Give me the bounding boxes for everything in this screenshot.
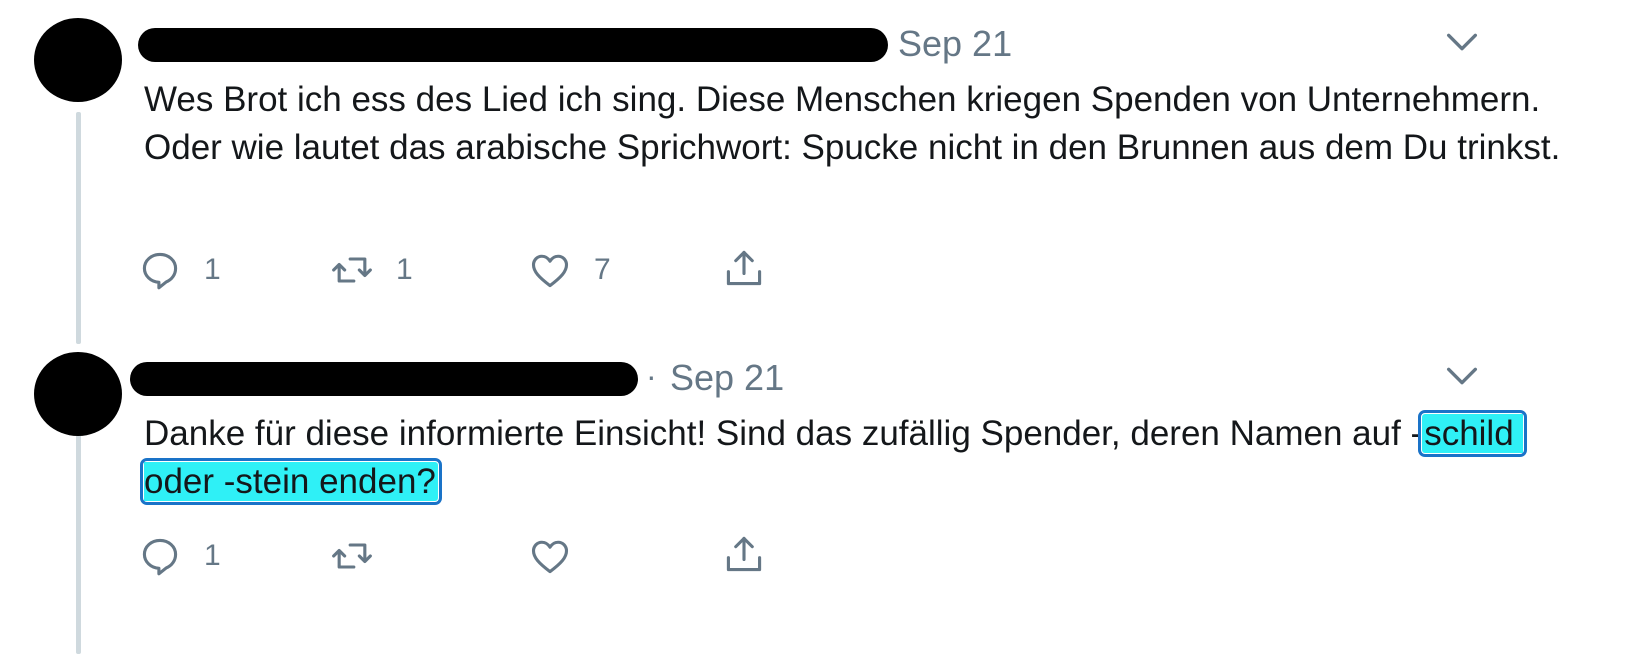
avatar[interactable] (34, 18, 122, 102)
chevron-down-icon[interactable] (1442, 356, 1482, 396)
reply-count: 1 (204, 253, 221, 286)
chevron-down-icon[interactable] (1442, 22, 1482, 62)
avatar[interactable] (34, 352, 122, 436)
redacted-username[interactable] (130, 362, 638, 396)
share-icon (726, 536, 762, 572)
reply-button[interactable]: 1 (138, 248, 221, 292)
share-button[interactable] (722, 532, 766, 576)
tweet-text-plain: Danke für diese informierte Einsicht! Si… (144, 414, 1423, 453)
tweet-text: Danke für diese informierte Einsicht! Si… (139, 410, 1564, 506)
share-button[interactable] (722, 246, 766, 290)
reply-count: 1 (204, 539, 221, 572)
like-icon (531, 540, 569, 574)
reply-icon (142, 252, 178, 290)
redacted-username[interactable] (138, 28, 888, 62)
retweet-button[interactable] (330, 534, 374, 578)
thread-line-top (76, 112, 81, 344)
thread-line-bottom (76, 434, 81, 654)
retweet-button[interactable]: 1 (330, 248, 413, 292)
share-icon (726, 250, 762, 286)
retweet-icon (332, 257, 372, 283)
retweet-icon (332, 543, 372, 569)
like-icon (531, 254, 569, 288)
tweet-date[interactable]: Sep 21 (898, 24, 1012, 64)
like-button[interactable] (528, 534, 572, 578)
reply-button[interactable]: 1 (138, 534, 221, 578)
like-count: 7 (594, 253, 611, 286)
reply-icon (142, 538, 178, 576)
tweet-text: Wes Brot ich ess des Lied ich sing. Dies… (144, 80, 1561, 167)
tweet-date[interactable]: Sep 21 (670, 358, 784, 398)
retweet-count: 1 (396, 253, 413, 286)
separator-dot: · (646, 358, 657, 394)
like-button[interactable]: 7 (528, 248, 611, 292)
